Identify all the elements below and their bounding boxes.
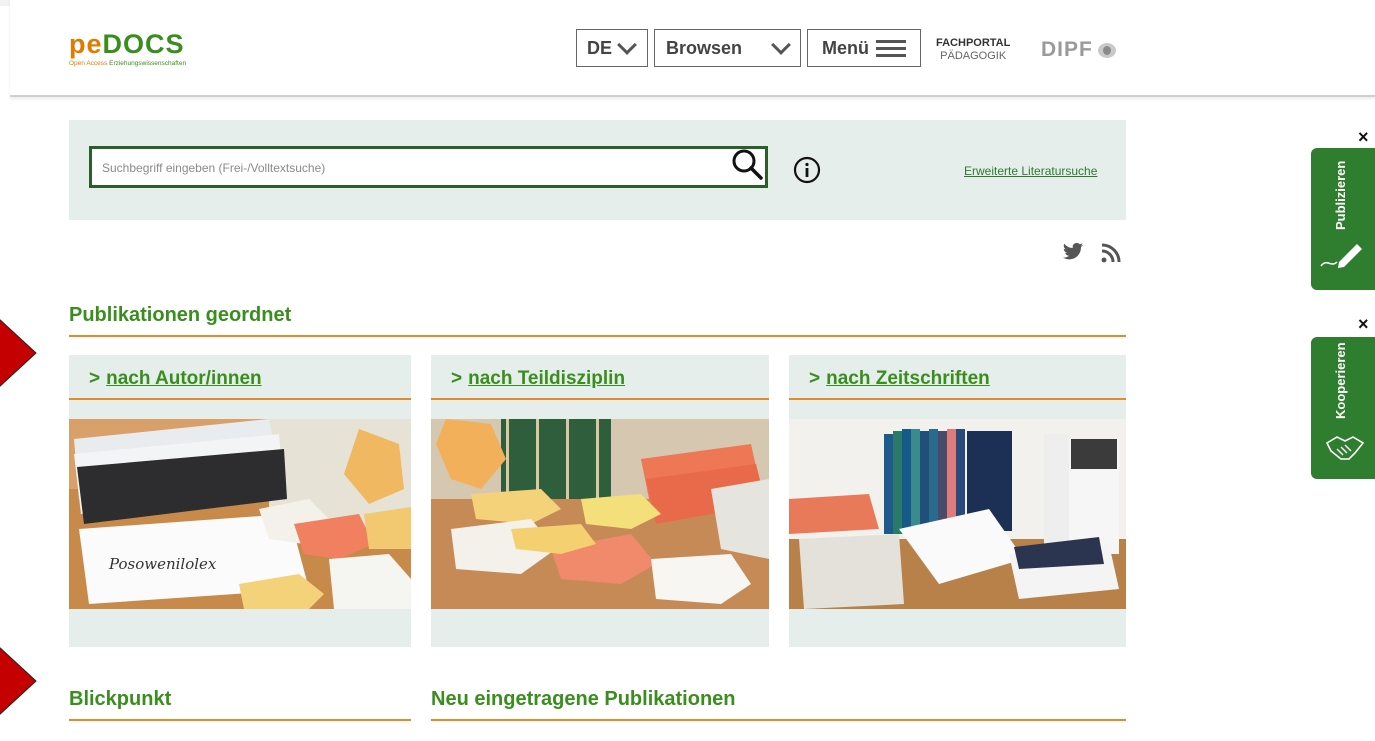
- section-divider: [431, 719, 1126, 721]
- section-divider: [69, 335, 1126, 337]
- link-by-authors[interactable]: > nach Autor/innen: [89, 368, 262, 390]
- fachportal-logo[interactable]: FACHPORTAL PÄDAGOGIK: [936, 37, 1010, 63]
- search-input[interactable]: [100, 156, 704, 180]
- browse-select[interactable]: Browsen: [654, 29, 801, 67]
- publish-tab-label: Publizieren: [1333, 160, 1348, 230]
- card-by-journals[interactable]: > nach Zeitschriften: [789, 355, 1126, 647]
- section-title-publications: Publikationen geordnet: [69, 304, 292, 326]
- twitter-icon[interactable]: [1062, 242, 1084, 262]
- dipf-logo[interactable]: DIPF: [1041, 38, 1116, 62]
- fachportal-line2: PÄDAGOGIK: [940, 50, 1007, 62]
- pedocs-logo[interactable]: peDOCS Open Access Erziehungswissenschaf…: [69, 30, 186, 67]
- browse-label: Browsen: [666, 37, 743, 58]
- chevron-down-icon: [617, 35, 637, 55]
- chevron-down-icon: [771, 35, 791, 55]
- search-icon[interactable]: [730, 148, 764, 182]
- authors-photo: Posowenilolex: [69, 419, 411, 609]
- journals-photo: [789, 419, 1126, 609]
- card-by-discipline[interactable]: > nach Teildisziplin: [431, 355, 769, 647]
- rss-icon[interactable]: [1101, 243, 1121, 263]
- cooperate-tab-label-wrap: Kooperieren: [1333, 342, 1373, 427]
- handshake-icon: [1325, 436, 1365, 460]
- dipf-logo-icon: [1097, 42, 1116, 58]
- pen-icon: [1320, 244, 1362, 268]
- menu-label: Menü: [822, 37, 869, 58]
- section-divider: [69, 719, 411, 721]
- link-by-journals[interactable]: > nach Zeitschriften: [809, 368, 990, 390]
- card-by-authors[interactable]: > nach Autor/innen Posowenilolex: [69, 355, 411, 647]
- search-box: [89, 146, 768, 188]
- language-select[interactable]: DE: [576, 29, 648, 67]
- section-title-new-publications: Neu eingetragene Publikationen: [431, 688, 736, 710]
- language-value: DE: [587, 37, 613, 58]
- close-cooperate-tab-button[interactable]: ×: [1358, 314, 1369, 335]
- fachportal-line1: FACHPORTAL: [936, 37, 1011, 49]
- menu-button[interactable]: Menü: [807, 29, 921, 67]
- dipf-text: DIPF: [1041, 38, 1093, 61]
- hamburger-icon: [876, 36, 906, 61]
- logo-wordmark: peDOCS: [69, 29, 185, 59]
- pointer-arrow-icon: [0, 647, 37, 715]
- cooperate-tab-label: Kooperieren: [1333, 342, 1348, 419]
- section-title-blickpunkt: Blickpunkt: [69, 688, 172, 710]
- link-by-discipline[interactable]: > nach Teildisziplin: [451, 368, 625, 390]
- publish-side-tab[interactable]: Publizieren: [1311, 148, 1375, 290]
- card-divider: [69, 398, 411, 400]
- advanced-search-link[interactable]: Erweiterte Literatursuche: [964, 164, 1097, 178]
- publish-tab-label-wrap: Publizieren: [1333, 158, 1373, 238]
- pointer-arrow-icon: [0, 319, 37, 387]
- discipline-photo: [431, 419, 769, 609]
- info-icon[interactable]: [793, 156, 821, 184]
- cooperate-side-tab[interactable]: Kooperieren: [1311, 337, 1375, 479]
- card-divider: [431, 398, 769, 400]
- card-divider: [789, 398, 1126, 400]
- close-publish-tab-button[interactable]: ×: [1358, 127, 1369, 148]
- svg-text:Posowenilolex: Posowenilolex: [108, 555, 217, 573]
- logo-subtitle: Open Access Erziehungswissenschaften: [69, 60, 187, 67]
